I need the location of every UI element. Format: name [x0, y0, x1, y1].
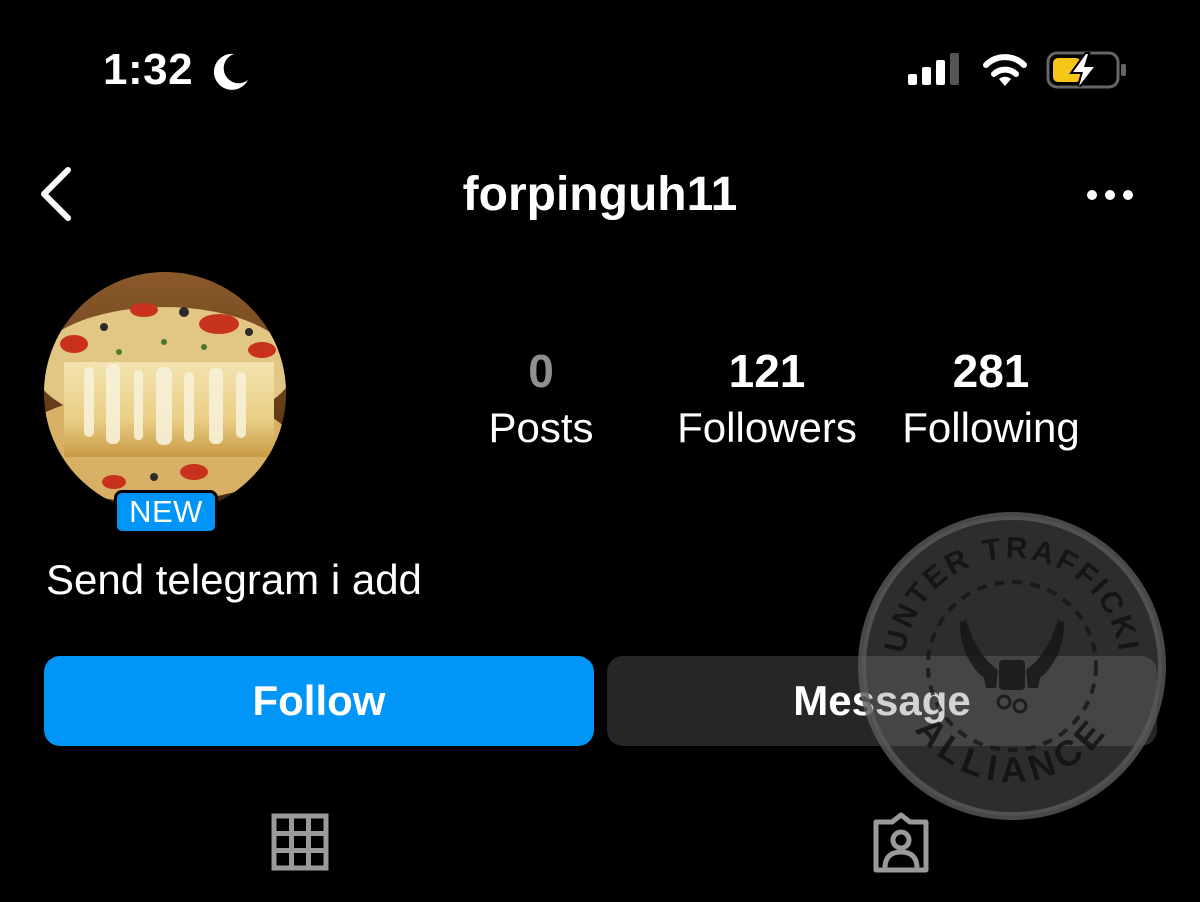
stat-followers-label: Followers [677, 404, 857, 451]
profile-username: forpinguh11 [462, 168, 738, 221]
avatar[interactable] [44, 272, 286, 514]
stat-posts-label: Posts [488, 404, 594, 451]
cellular-signal-icon [908, 53, 959, 85]
counter-trafficking-watermark: COUNTER TRAFFICKING ALLIANCE [856, 510, 1166, 820]
ellipsis-icon[interactable] [1084, 184, 1136, 206]
stat-following[interactable]: 281 Following [888, 342, 1094, 456]
stat-following-value: 281 [952, 345, 1030, 397]
status-time: 1:32 [103, 45, 194, 94]
stat-followers-value: 121 [728, 345, 806, 397]
battery-charging-icon [1046, 51, 1126, 89]
stat-posts-value: 0 [528, 345, 554, 397]
moon-icon [213, 53, 248, 90]
wifi-icon [983, 54, 1027, 86]
pizza-photo [44, 272, 286, 514]
stat-posts[interactable]: 0 Posts [466, 342, 616, 456]
follow-button[interactable]: Follow [44, 656, 594, 746]
grid-icon[interactable] [271, 813, 329, 871]
stat-followers[interactable]: 121 Followers [662, 342, 872, 456]
profile-bio: Send telegram i add [46, 556, 422, 603]
stat-following-label: Following [902, 404, 1080, 451]
new-badge: NEW [114, 490, 218, 534]
